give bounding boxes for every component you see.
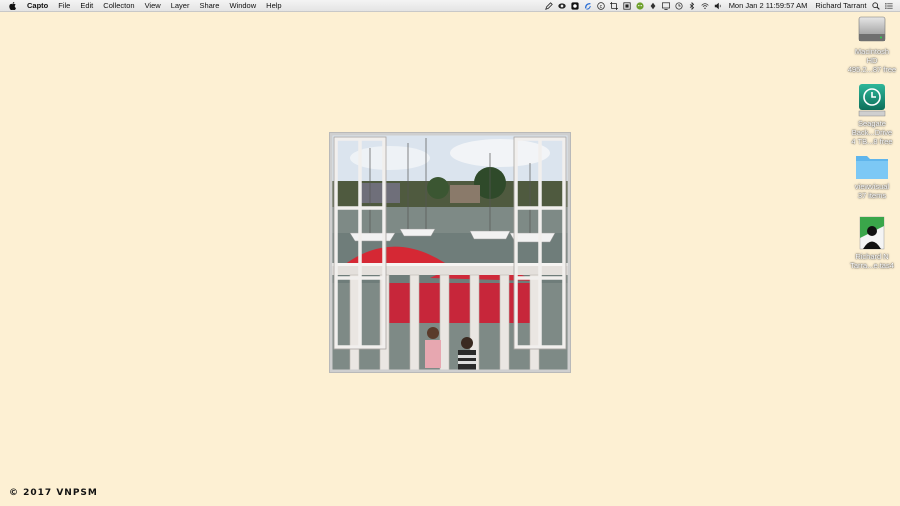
menubar-user[interactable]: Richard Tarrant (815, 0, 866, 11)
desktop-icon-subtitle: 37 items (857, 191, 887, 200)
desktop-icon-subtitle: 495.2...87 free (847, 65, 897, 74)
desktop-icon-label: Richard N (855, 252, 889, 261)
notification-list-icon[interactable] (885, 2, 893, 10)
desktop-icon-label: Macintosh (854, 47, 890, 56)
desktop-icon-richard-tarrant-file[interactable]: Richard N Tarra...e.tas4 (844, 216, 900, 270)
crop-icon[interactable] (610, 1, 619, 10)
android-icon[interactable] (636, 1, 644, 10)
menu-layer[interactable]: Layer (166, 0, 195, 11)
desktop-icon-seagate-backup[interactable]: Seagate Back...Drive 4 TB...8 free (844, 83, 900, 146)
hard-drive-icon (858, 16, 886, 42)
status-area: c Mon Jan 2 11:59:57 AM Richard Tarrant (543, 0, 900, 11)
menubar-clock[interactable]: Mon Jan 2 11:59:57 AM (729, 0, 808, 11)
menu-collection[interactable]: Collecton (98, 0, 139, 11)
weather-icon[interactable] (649, 2, 657, 10)
person-file-icon (859, 216, 885, 250)
menu-window[interactable]: Window (224, 0, 261, 11)
pen-icon[interactable] (545, 1, 553, 10)
bluetooth-icon[interactable] (688, 1, 696, 10)
svg-text:c: c (600, 4, 603, 9)
menu-help[interactable]: Help (261, 0, 286, 11)
marina-window-picture (330, 133, 570, 372)
copyright-icon[interactable]: c (597, 1, 605, 10)
picture-artwork (330, 133, 570, 372)
capture-icon[interactable] (571, 1, 579, 10)
volume-icon[interactable] (714, 2, 722, 10)
apple-icon[interactable] (9, 1, 17, 10)
desktop-icon-label: Seagate (858, 119, 886, 128)
menu-view[interactable]: View (140, 0, 166, 11)
wifi-icon[interactable] (701, 2, 709, 10)
sync-icon[interactable] (584, 2, 592, 10)
desktop-icon-viewvisual-folder[interactable]: viewvisual 37 items (844, 152, 900, 200)
desktop-icon-label: Tarra...e.tas4 (850, 261, 894, 270)
desktop-icon-label: viewvisual (854, 182, 890, 191)
menu-file[interactable]: File (53, 0, 75, 11)
copyright-text: © 2017 VNPSM (9, 488, 98, 498)
desktop-icon-label: HD (866, 56, 878, 65)
search-icon[interactable] (872, 1, 880, 10)
desktop-icon-subtitle: 4 TB...8 free (851, 137, 893, 146)
menu-bar: Capto File Edit Collecton View Layer Sha… (0, 0, 900, 12)
desktop-icon-macintosh-hd[interactable]: Macintosh HD 495.2...87 free (844, 13, 900, 74)
menu-edit[interactable]: Edit (75, 0, 98, 11)
display-icon[interactable] (662, 1, 671, 10)
box-icon[interactable] (623, 1, 631, 10)
desktop-icon-label: Back...Drive (851, 128, 893, 137)
folder-icon (856, 156, 888, 179)
menu-share[interactable]: Share (194, 0, 224, 11)
cloud-icon[interactable] (558, 2, 566, 10)
menu-app-capto[interactable]: Capto (25, 0, 53, 11)
time-machine-drive-icon (858, 84, 886, 117)
time-machine-icon[interactable] (675, 1, 683, 10)
